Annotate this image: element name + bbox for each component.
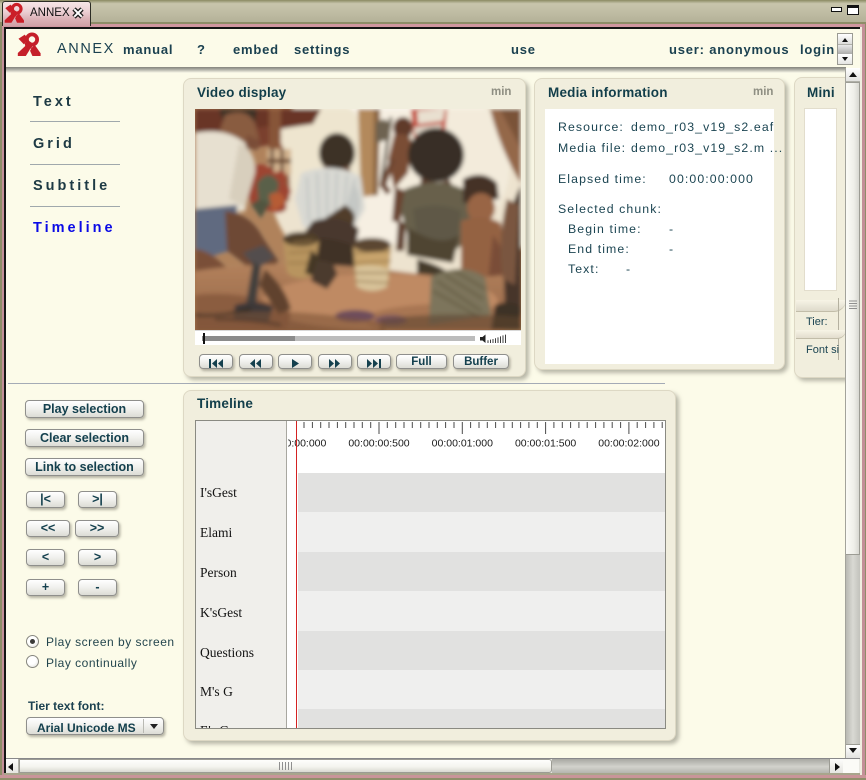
svg-text:00:00:00:000: 00:00:00:000 xyxy=(288,438,327,450)
svg-text:00:00:00:500: 00:00:00:500 xyxy=(348,438,409,450)
svg-text:00:00:01:500: 00:00:01:500 xyxy=(515,438,576,450)
svg-text:00:00:02:000: 00:00:02:000 xyxy=(598,438,659,450)
svg-text:00:00:01:000: 00:00:01:000 xyxy=(432,438,493,450)
